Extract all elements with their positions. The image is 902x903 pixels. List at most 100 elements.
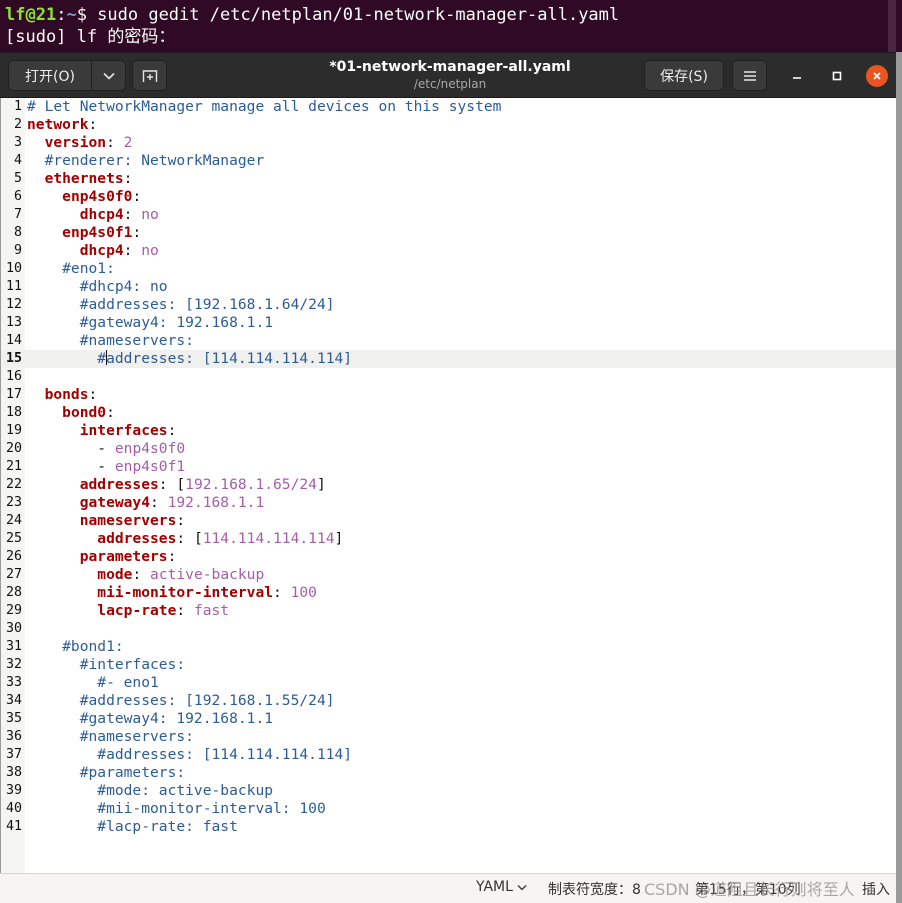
yaml-punctuation: [27, 584, 97, 601]
terminal-scrollbar[interactable]: [888, 0, 896, 52]
yaml-punctuation: ]: [334, 530, 344, 547]
yaml-punctuation: :: [123, 242, 142, 259]
tab-width-selector[interactable]: 制表符宽度：8: [548, 879, 641, 899]
code-line[interactable]: 10 #eno1:: [1, 260, 896, 278]
code-line[interactable]: 33 #- eno1: [1, 674, 896, 692]
code-line[interactable]: 11 #dhcp4: no: [1, 278, 896, 296]
code-line[interactable]: 26 parameters:: [1, 548, 896, 566]
code-text: gateway4: 192.168.1.1: [27, 494, 265, 512]
code-line[interactable]: 22 addresses: [192.168.1.65/24]: [1, 476, 896, 494]
code-line[interactable]: 41 #lacp-rate: fast: [1, 818, 896, 836]
code-line[interactable]: 36 #nameservers:: [1, 728, 896, 746]
text-editor[interactable]: 1 # Let NetworkManager manage all devices…: [0, 98, 896, 873]
code-text: #bond1:: [27, 638, 124, 656]
code-line[interactable]: 13 #gateway4: 192.168.1.1: [1, 314, 896, 332]
new-tab-button[interactable]: [132, 60, 167, 91]
code-line[interactable]: 18 bond0:: [1, 404, 896, 422]
code-text: version: 2: [27, 134, 133, 152]
code-line[interactable]: 4 #renderer: NetworkManager: [1, 152, 896, 170]
minimize-button[interactable]: [787, 66, 807, 86]
code-line[interactable]: 32 #interfaces:: [1, 656, 896, 674]
code-line[interactable]: 6 enp4s0f0:: [1, 188, 896, 206]
code-line[interactable]: 23 gateway4: 192.168.1.1: [1, 494, 896, 512]
code-text: #interfaces:: [27, 656, 185, 674]
code-line[interactable]: 8 enp4s0f1:: [1, 224, 896, 242]
code-line[interactable]: 38 #parameters:: [1, 764, 896, 782]
line-number: 16: [5, 369, 22, 384]
yaml-punctuation: -: [27, 458, 115, 475]
open-button[interactable]: 打开(O): [9, 66, 91, 86]
code-text: #lacp-rate: fast: [27, 818, 238, 836]
yaml-punctuation: :: [167, 548, 177, 565]
code-text: #addresses: [114.114.114.114]: [27, 746, 352, 764]
code-line[interactable]: 31 #bond1:: [1, 638, 896, 656]
line-number: 33: [5, 675, 22, 690]
code-text: enp4s0f1:: [27, 224, 141, 242]
code-line[interactable]: 3 version: 2: [1, 134, 896, 152]
code-line[interactable]: 16: [1, 368, 896, 386]
code-line[interactable]: 28 mii-monitor-interval: 100: [1, 584, 896, 602]
code-line[interactable]: 25 addresses: [114.114.114.114]: [1, 530, 896, 548]
yaml-value: active-backup: [150, 566, 265, 583]
insert-mode: 插入: [862, 882, 890, 898]
yaml-key: mode: [97, 566, 133, 583]
code-line[interactable]: 29 lacp-rate: fast: [1, 602, 896, 620]
code-text: #gateway4: 192.168.1.1: [27, 314, 273, 332]
code-line[interactable]: 1 # Let NetworkManager manage all devices…: [1, 98, 896, 116]
maximize-button[interactable]: [827, 66, 847, 86]
code-text: dhcp4: no: [27, 206, 159, 224]
code-text: #nameservers:: [27, 332, 194, 350]
yaml-comment: #addresses: [192.168.1.64/24]: [27, 296, 335, 313]
yaml-punctuation: [27, 386, 45, 403]
open-dropdown-button[interactable]: [92, 61, 126, 90]
yaml-comment: #addresses: [192.168.1.55/24]: [27, 692, 335, 709]
code-line[interactable]: 40 #mii-monitor-interval: 100: [1, 800, 896, 818]
code-line[interactable]: 24 nameservers:: [1, 512, 896, 530]
code-text: ethernets:: [27, 170, 133, 188]
menu-button[interactable]: [732, 60, 767, 91]
line-number: 12: [5, 297, 22, 312]
close-button[interactable]: [866, 65, 888, 87]
code-line[interactable]: 9 dhcp4: no: [1, 242, 896, 260]
code-line[interactable]: 12 #addresses: [192.168.1.64/24]: [1, 296, 896, 314]
code-line[interactable]: 17 bonds:: [1, 386, 896, 404]
code-line[interactable]: 30: [1, 620, 896, 638]
code-text: #parameters:: [27, 764, 185, 782]
yaml-key: dhcp4: [79, 206, 124, 223]
code-line[interactable]: 35 #gateway4: 192.168.1.1: [1, 710, 896, 728]
code-line[interactable]: 14 #nameservers:: [1, 332, 896, 350]
code-line[interactable]: 5 ethernets:: [1, 170, 896, 188]
code-line[interactable]: 7 dhcp4: no: [1, 206, 896, 224]
code-line[interactable]: 19 interfaces:: [1, 422, 896, 440]
code-line[interactable]: 27 mode: active-backup: [1, 566, 896, 584]
line-number: 20: [5, 441, 22, 456]
code-line[interactable]: 2 network:: [1, 116, 896, 134]
line-number: 13: [5, 315, 22, 330]
yaml-punctuation: [27, 170, 45, 187]
yaml-punctuation: [27, 206, 80, 223]
code-text: mode: active-backup: [27, 566, 264, 584]
yaml-comment: #dhcp4: no: [27, 278, 168, 295]
line-number: 26: [5, 549, 22, 564]
chevron-down-icon: [517, 885, 527, 891]
yaml-punctuation: ]: [316, 476, 326, 493]
code-line[interactable]: 37 #addresses: [114.114.114.114]: [1, 746, 896, 764]
window-title-area: *01-network-manager-all.yaml /etc/netpla…: [300, 59, 600, 92]
yaml-comment: #interfaces:: [27, 656, 186, 673]
code-line[interactable]: 34 #addresses: [192.168.1.55/24]: [1, 692, 896, 710]
code-line[interactable]: 15 #addresses: [114.114.114.114]: [1, 350, 896, 368]
code-line[interactable]: 21 - enp4s0f1: [1, 458, 896, 476]
language-selector[interactable]: YAML: [476, 879, 527, 895]
yaml-punctuation: [27, 224, 62, 241]
line-number: 17: [5, 387, 22, 402]
line-number: 19: [5, 423, 22, 438]
minimize-icon: [793, 77, 801, 79]
language-label: YAML: [476, 879, 513, 895]
line-number: 15: [5, 351, 22, 366]
yaml-punctuation: [27, 422, 80, 439]
code-line[interactable]: 20 - enp4s0f0: [1, 440, 896, 458]
yaml-key: enp4s0f0: [62, 188, 133, 205]
save-button[interactable]: 保存(S): [644, 60, 724, 91]
code-line[interactable]: 39 #mode: active-backup: [1, 782, 896, 800]
yaml-punctuation: :: [132, 566, 151, 583]
